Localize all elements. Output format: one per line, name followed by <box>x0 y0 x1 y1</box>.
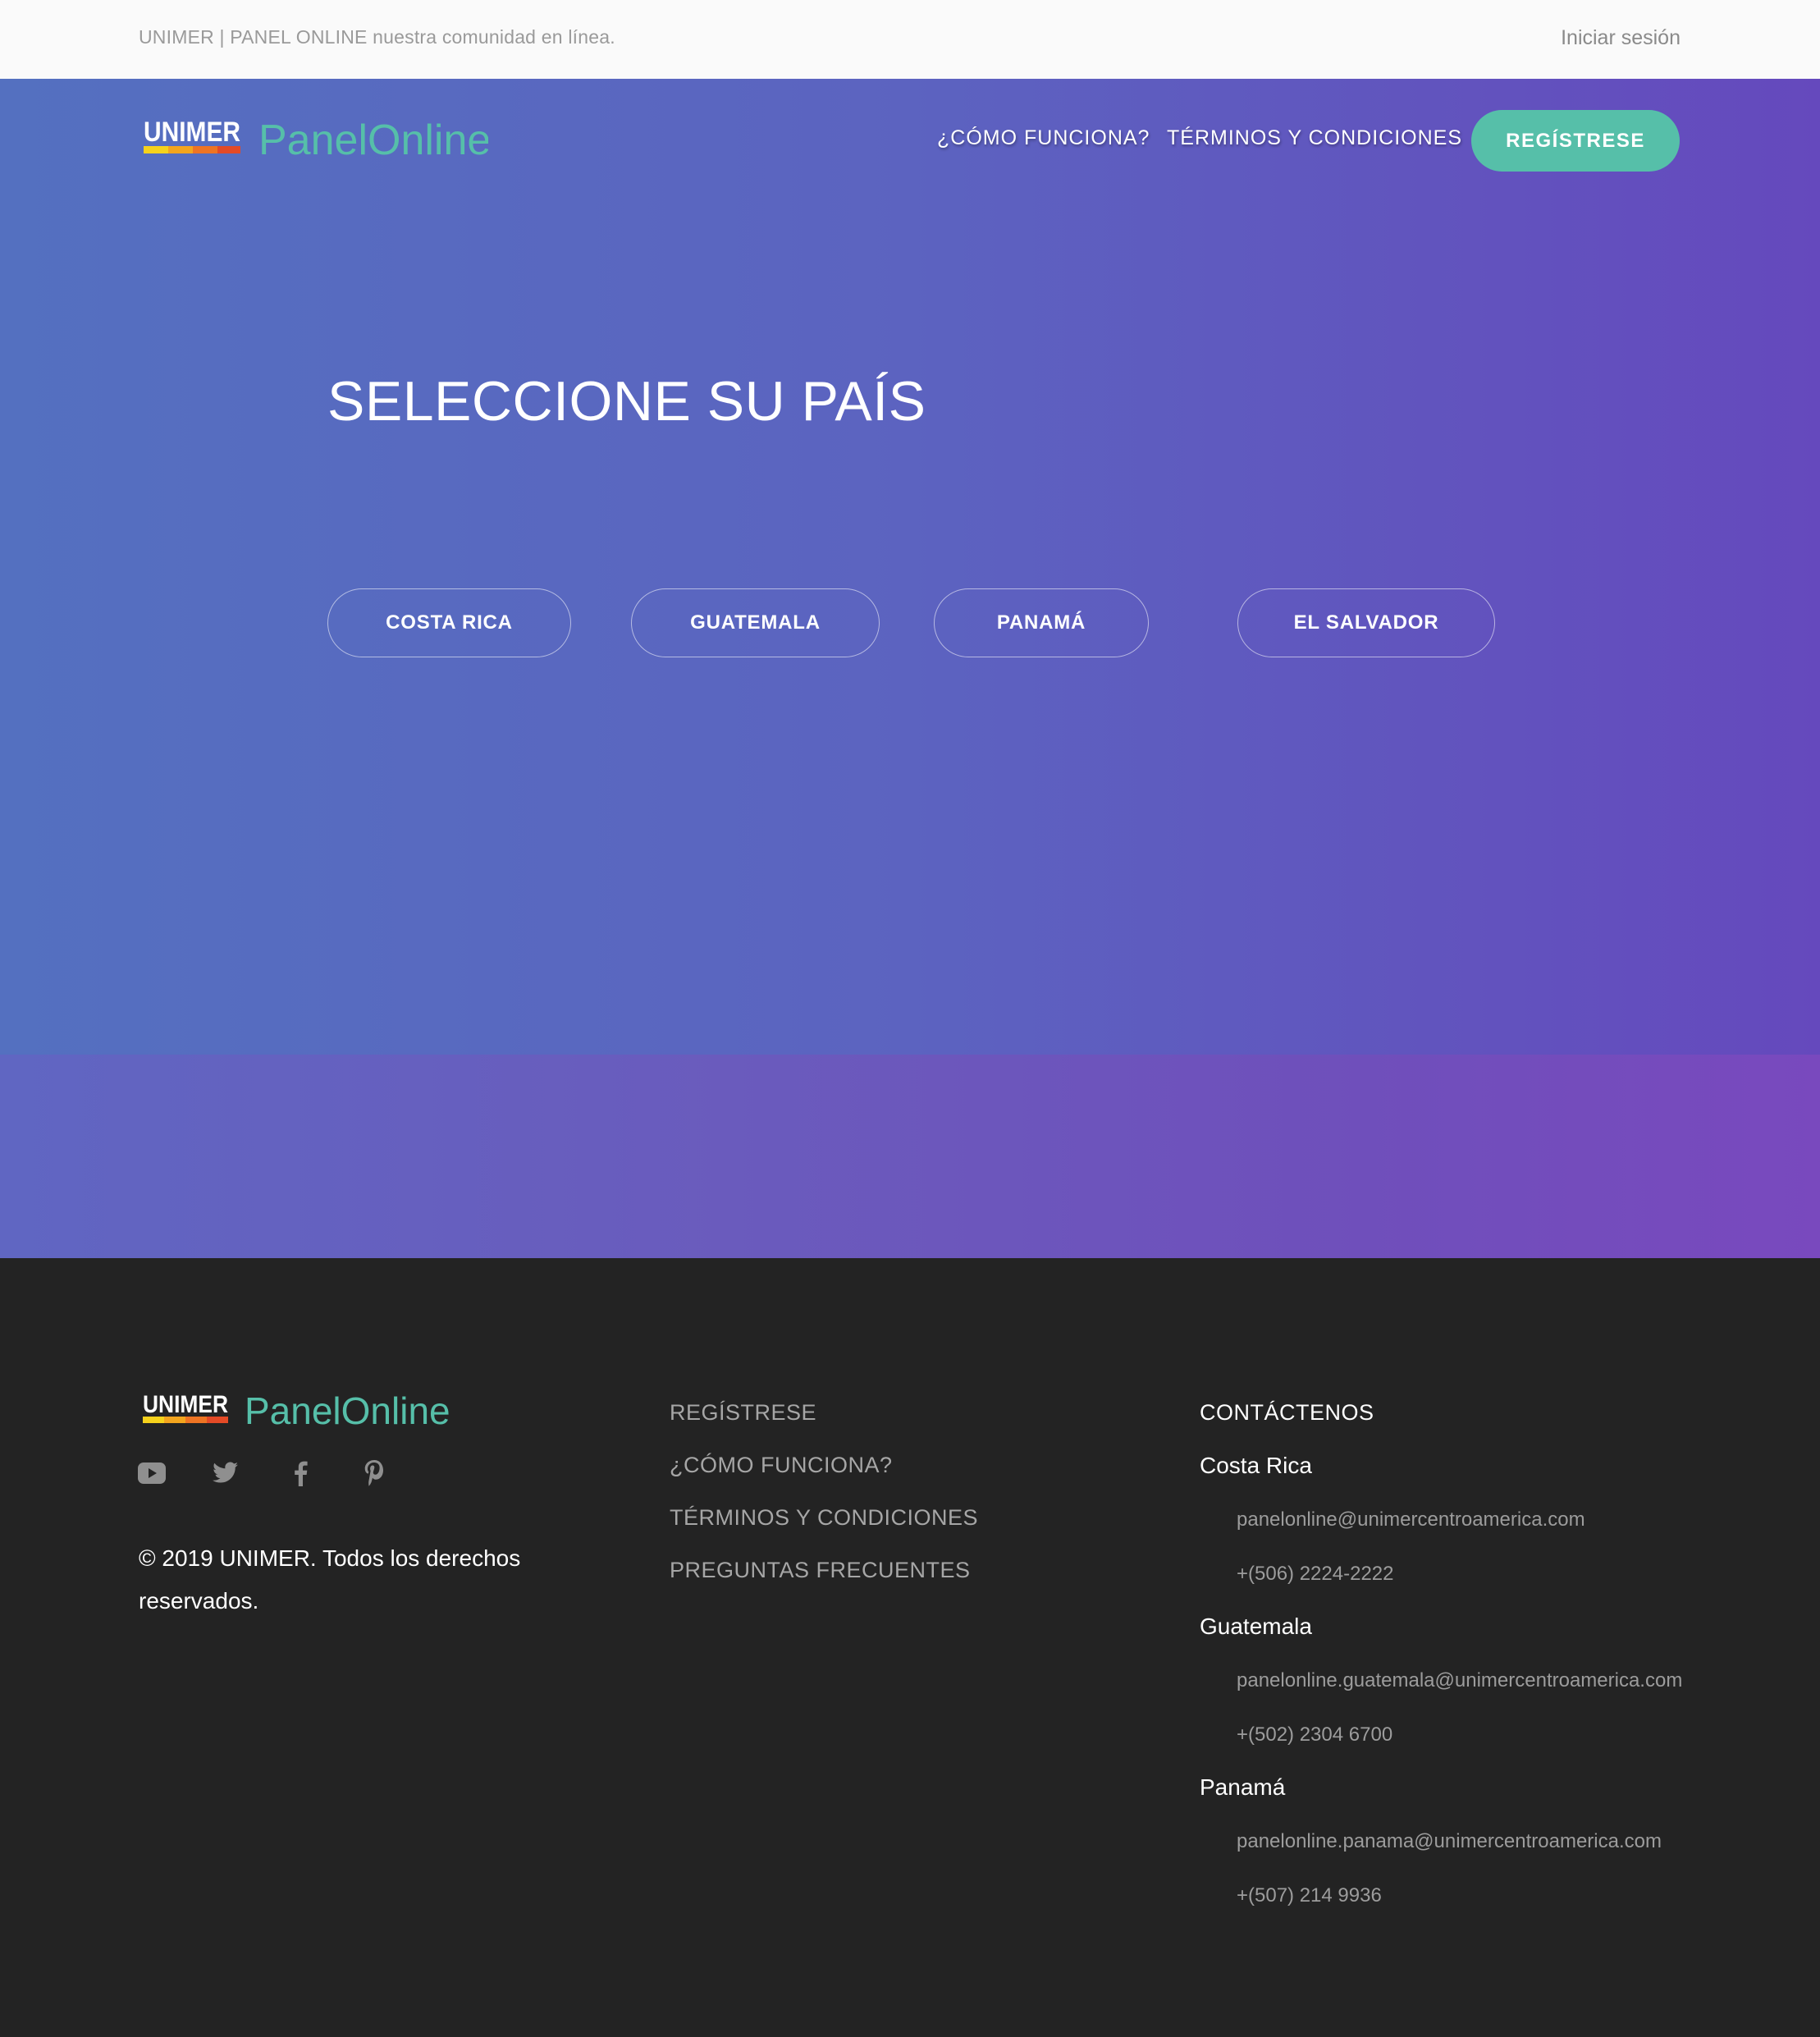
svg-text:PanelOnline: PanelOnline <box>258 117 488 164</box>
country-button-el-salvador[interactable]: EL SALVADOR <box>1237 588 1495 657</box>
login-link[interactable]: Iniciar sesión <box>1561 26 1681 50</box>
footer-link-register[interactable]: REGÍSTRESE <box>670 1400 816 1426</box>
pinterest-icon[interactable] <box>360 1458 390 1488</box>
youtube-icon[interactable] <box>137 1458 167 1488</box>
country-button-guatemala[interactable]: GUATEMALA <box>631 588 880 657</box>
facebook-icon[interactable] <box>286 1458 315 1488</box>
logo-panel-text: Panel <box>258 117 368 164</box>
contact-phone-guatemala[interactable]: +(502) 2304 6700 <box>1237 1723 1392 1746</box>
gradient-band <box>0 1055 1820 1258</box>
contact-phone-costa-rica[interactable]: +(506) 2224-2222 <box>1237 1563 1393 1586</box>
contact-email-panama[interactable]: panelonline.panama@unimercentroamerica.c… <box>1237 1830 1662 1853</box>
register-button[interactable]: REGÍSTRESE <box>1471 110 1680 172</box>
contact-country-guatemala: Guatemala <box>1200 1614 1312 1639</box>
footer: UNIMER PanelOnline © 2019 UNIMER. Todos … <box>0 1258 1820 2037</box>
top-bar: UNIMER | PANEL ONLINE nuestra comunidad … <box>0 0 1820 79</box>
footer-link-terms[interactable]: TÉRMINOS Y CONDICIONES <box>670 1505 978 1531</box>
contact-country-panama: Panamá <box>1200 1774 1286 1800</box>
footer-link-faq[interactable]: PREGUNTAS FRECUENTES <box>670 1558 971 1583</box>
site-tagline: UNIMER | PANEL ONLINE nuestra comunidad … <box>139 26 615 48</box>
contact-country-costa-rica: Costa Rica <box>1200 1453 1312 1478</box>
footer-logo-unimer-text: UNIMER <box>143 1391 228 1418</box>
country-button-panama[interactable]: PANAMÁ <box>934 588 1149 657</box>
footer-logo-online-text: Online <box>341 1389 450 1432</box>
footer-logo-panel-text: Panel <box>245 1389 341 1432</box>
copyright-text: © 2019 UNIMER. Todos los derechos reserv… <box>139 1545 521 1614</box>
contact-email-costa-rica[interactable]: panelonline@unimercentroamerica.com <box>1237 1508 1585 1531</box>
svg-text:PanelOnline: PanelOnline <box>245 1389 450 1432</box>
hero-section: UNIMER PanelOnline ¿CÓMO FUNCIONA? TÉRMI… <box>0 79 1820 1055</box>
country-button-costa-rica[interactable]: COSTA RICA <box>327 588 571 657</box>
nav-terms[interactable]: TÉRMINOS Y CONDICIONES <box>1167 126 1462 150</box>
footer-logo[interactable]: UNIMER PanelOnline <box>143 1388 455 1440</box>
unimer-panelonline-logo[interactable]: UNIMER PanelOnline <box>144 113 488 172</box>
logo-online-text: Online <box>368 117 488 164</box>
contact-email-guatemala[interactable]: panelonline.guatemala@unimercentroameric… <box>1237 1669 1682 1692</box>
logo-unimer-text: UNIMER <box>144 117 240 148</box>
contact-phone-panama[interactable]: +(507) 214 9936 <box>1237 1884 1382 1907</box>
twitter-icon[interactable] <box>211 1458 240 1488</box>
contact-heading: CONTÁCTENOS <box>1200 1400 1374 1425</box>
nav-how-it-works[interactable]: ¿CÓMO FUNCIONA? <box>937 126 1150 150</box>
page-title: SELECCIONE SU PAÍS <box>327 370 926 433</box>
footer-link-how-it-works[interactable]: ¿CÓMO FUNCIONA? <box>670 1453 893 1478</box>
